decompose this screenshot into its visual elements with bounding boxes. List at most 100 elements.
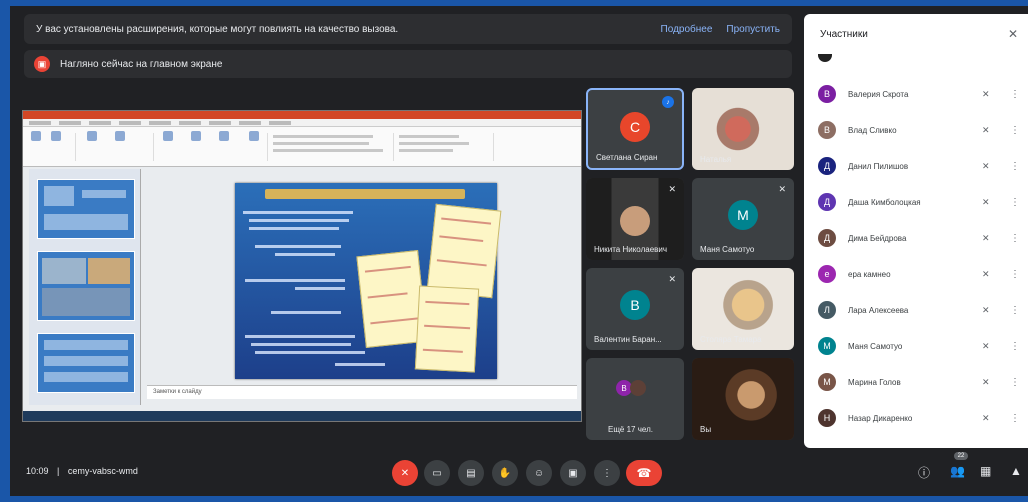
chat-icon[interactable]: ▦ — [980, 464, 991, 478]
mic-off-icon: ✕ — [982, 124, 990, 135]
people-icon[interactable]: 👥 — [950, 464, 965, 478]
extensions-warning-banner: У вас установлены расширения, которые мо… — [24, 14, 792, 44]
reactions-button[interactable]: ☺ — [526, 460, 552, 486]
presenting-message: Нагляно сейчас на главном экране — [60, 58, 223, 70]
activities-icon[interactable]: ▲ — [1010, 464, 1022, 478]
camera-icon: ▭ — [432, 467, 442, 479]
participant-row[interactable]: Л Лара Алексеева ✕ ⋮ — [804, 292, 1028, 328]
more-vert-icon[interactable]: ⋮ — [1010, 197, 1028, 208]
tile-name: Маня Самотуо — [700, 245, 755, 254]
meeting-info: 10:09 | cemy-vabsc-wmd — [26, 466, 138, 476]
shared-screen[interactable]: Заметки к слайду — [22, 110, 582, 422]
participant-name: Дима Бейдрова — [848, 233, 907, 243]
participant-row[interactable]: Д Данил Пилишов ✕ ⋮ — [804, 148, 1028, 184]
tile-name: Вы — [700, 425, 712, 434]
more-vert-icon[interactable]: ⋮ — [1010, 413, 1028, 424]
bottom-bar: 10:09 | cemy-vabsc-wmd ✕ ▭ ▤ ✋ ☺ ▣ ⋮ ☎ ⓘ… — [10, 450, 1028, 496]
avatar: М — [818, 373, 836, 391]
present-button[interactable]: ▣ — [560, 460, 586, 486]
avatar: В — [818, 121, 836, 139]
mic-off-icon: ✕ — [778, 184, 786, 194]
end-call-icon: ☎ — [636, 466, 652, 480]
more-options-button[interactable]: ⋮ — [594, 460, 620, 486]
participant-row[interactable]: М Марина Голов ✕ ⋮ — [804, 364, 1028, 400]
os-taskbar — [23, 411, 581, 421]
avatar: М — [818, 337, 836, 355]
more-vert-icon[interactable]: ⋮ — [1010, 161, 1028, 172]
tile-video-1[interactable]: Наталья — [692, 88, 794, 170]
participants-count-badge: 22 — [954, 452, 968, 460]
more-vert-icon[interactable]: ⋮ — [1010, 305, 1028, 316]
more-vert-icon[interactable]: ⋮ — [1010, 269, 1028, 280]
tile-video-2[interactable]: ✕ Никита Николаевич — [586, 178, 684, 260]
more-vert-icon[interactable]: ⋮ — [1010, 125, 1028, 136]
more-vert-icon: ⋮ — [602, 467, 612, 479]
participant-row[interactable]: Д Даша Кимболоцкая ✕ ⋮ — [804, 184, 1028, 220]
mic-off-icon: ✕ — [982, 232, 990, 243]
mic-off-icon: ✕ — [982, 412, 990, 423]
meeting-time: 10:09 — [26, 466, 49, 476]
more-vert-icon[interactable]: ⋮ — [1010, 341, 1028, 352]
panel-title: Участники — [820, 28, 868, 40]
mic-off-icon: ✕ — [668, 274, 676, 284]
tile-valentin[interactable]: В ✕ Валентин Баран... — [586, 268, 684, 350]
mic-off-icon: ✕ — [982, 340, 990, 351]
participant-row[interactable]: е ера камнео ✕ ⋮ — [804, 256, 1028, 292]
ppt-ribbon — [23, 127, 581, 167]
participant-name: ера камнео — [848, 269, 891, 279]
details-link[interactable]: Подробнее — [661, 24, 713, 35]
banner-message: У вас установлены расширения, которые мо… — [36, 23, 399, 35]
participants-panel: Участники ✕ В Валерия Скрота ✕ ⋮ В Влад Сливк… — [804, 14, 1028, 448]
participant-name: Валерия Скрота — [848, 89, 909, 99]
avatar: е — [818, 265, 836, 283]
participant-name: Данил Пилишов — [848, 161, 909, 171]
close-icon[interactable]: ✕ — [1008, 27, 1018, 41]
mic-toggle-button[interactable]: ✕ — [392, 460, 418, 486]
tile-svetlana[interactable]: С ♪ Светлана Сиран — [586, 88, 684, 170]
info-icon[interactable]: ⓘ — [918, 464, 930, 481]
tile-self[interactable]: Вы — [692, 358, 794, 440]
participant-name: Лара Алексеева — [848, 305, 909, 315]
captions-icon: ▤ — [466, 467, 476, 479]
avatar: В — [818, 85, 836, 103]
leave-call-button[interactable]: ☎ — [626, 460, 662, 486]
avatar: Д — [818, 157, 836, 175]
more-vert-icon[interactable]: ⋮ — [1010, 89, 1028, 100]
participant-row[interactable]: М Маня Самотуо ✕ ⋮ — [804, 328, 1028, 364]
tile-name: Никита Николаевич — [594, 245, 668, 254]
avatar: Д — [818, 193, 836, 211]
participant-name: Назар Дикаренко — [848, 413, 913, 423]
raise-hand-button[interactable]: ✋ — [492, 460, 518, 486]
meet-window: У вас установлены расширения, которые мо… — [10, 6, 1028, 496]
dismiss-link[interactable]: Пропустить — [726, 24, 780, 35]
participant-row[interactable]: Н Назар Дикаренко ✕ ⋮ — [804, 400, 1028, 436]
avatar: Н — [818, 409, 836, 427]
participant-row[interactable]: В Влад Сливко ✕ ⋮ — [804, 112, 1028, 148]
slide-thumbnails — [29, 169, 141, 405]
emoji-icon: ☺ — [533, 467, 545, 479]
panel-header: Участники ✕ — [804, 14, 1028, 54]
camera-toggle-button[interactable]: ▭ — [424, 460, 450, 486]
ppt-tabs — [23, 119, 581, 127]
participant-row[interactable]: В Валерия Скрота ✕ ⋮ — [804, 76, 1028, 112]
mic-off-icon: ✕ — [982, 88, 990, 99]
mic-off-icon: ✕ — [400, 467, 410, 479]
more-vert-icon[interactable]: ⋮ — [1010, 377, 1028, 388]
tile-more-participants[interactable]: В Ещё 17 чел. — [586, 358, 684, 440]
tile-name: Ещё 17 чел. — [608, 425, 653, 434]
present-icon: ▣ — [568, 467, 578, 479]
tile-manya[interactable]: М ✕ Маня Самотуо — [692, 178, 794, 260]
avatar: В — [620, 290, 650, 320]
meeting-code: cemy-vabsc-wmd — [67, 466, 138, 476]
speaking-icon: ♪ — [662, 96, 674, 108]
participant-row[interactable]: Д Дима Бейдрова ✕ ⋮ — [804, 220, 1028, 256]
mic-off-icon: ✕ — [982, 376, 990, 387]
participant-name: Влад Сливко — [848, 125, 897, 135]
tile-video-3[interactable]: Столяра Тамара — [692, 268, 794, 350]
slide-notes[interactable]: Заметки к слайду — [147, 385, 577, 399]
more-vert-icon[interactable]: ⋮ — [1010, 233, 1028, 244]
mic-off-icon: ✕ — [668, 184, 676, 194]
mic-off-icon: ✕ — [982, 196, 990, 207]
captions-button[interactable]: ▤ — [458, 460, 484, 486]
tile-name: Наталья — [700, 155, 732, 164]
